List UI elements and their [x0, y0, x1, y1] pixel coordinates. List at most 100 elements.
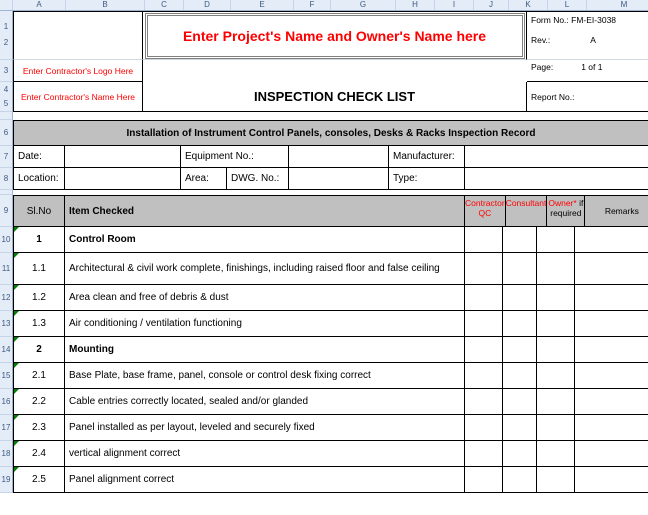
table-row-item: Panel installed as per layout, leveled a…: [65, 415, 465, 441]
check-cell[interactable]: [503, 285, 537, 311]
row-num: 8: [0, 168, 13, 190]
check-cell[interactable]: [537, 311, 575, 337]
location-field[interactable]: [65, 168, 181, 190]
table-row-item: Base Plate, base frame, panel, console o…: [65, 363, 465, 389]
table-row-item: Air conditioning / ventilation functioni…: [65, 311, 465, 337]
row-num: 7: [0, 146, 13, 168]
col-remarks: Remarks: [585, 195, 648, 227]
row-num: [0, 112, 13, 120]
remarks-cell[interactable]: [575, 363, 648, 389]
row-num: 15: [0, 363, 13, 389]
row-num: 11: [0, 253, 13, 285]
check-cell[interactable]: [465, 253, 503, 285]
check-cell[interactable]: [465, 311, 503, 337]
area-label: Area:: [181, 168, 227, 190]
check-cell[interactable]: [503, 389, 537, 415]
check-cell[interactable]: [537, 363, 575, 389]
col-slno: Sl.No: [13, 195, 65, 227]
check-cell[interactable]: [503, 253, 537, 285]
row-num: 1 2: [0, 11, 13, 60]
check-cell[interactable]: [537, 253, 575, 285]
equipment-no-field[interactable]: [289, 146, 389, 168]
row-num: 10: [0, 227, 13, 253]
manufacturer-label: Manufacturer:: [389, 146, 465, 168]
remarks-cell[interactable]: [575, 389, 648, 415]
check-cell[interactable]: [465, 285, 503, 311]
contractor-name-placeholder: Enter Contractor's Name Here: [13, 82, 143, 112]
date-label: Date:: [13, 146, 65, 168]
report-no: Report No.:: [527, 82, 648, 112]
table-row-item: vertical alignment correct: [65, 441, 465, 467]
remarks-cell[interactable]: [575, 227, 648, 253]
table-row-no: 1.3: [13, 311, 65, 337]
check-cell[interactable]: [503, 311, 537, 337]
row-num: 14: [0, 337, 13, 363]
remarks-cell[interactable]: [575, 337, 648, 363]
location-label: Location:: [13, 168, 65, 190]
check-cell[interactable]: [537, 227, 575, 253]
check-cell[interactable]: [537, 337, 575, 363]
remarks-cell[interactable]: [575, 311, 648, 337]
row-num: 19: [0, 467, 13, 493]
check-cell[interactable]: [465, 415, 503, 441]
col-consultant: Consultant: [506, 195, 548, 227]
table-row-no: 2.2: [13, 389, 65, 415]
row-num: 4 5: [0, 82, 13, 112]
col-item: Item Checked: [65, 195, 465, 227]
contractor-logo-label: Enter Contractor's Logo Here: [13, 60, 143, 82]
check-cell[interactable]: [537, 285, 575, 311]
row-num: 6: [0, 120, 13, 146]
row-num: 17: [0, 415, 13, 441]
check-cell[interactable]: [465, 337, 503, 363]
table-row-item: Cable entries correctly located, sealed …: [65, 389, 465, 415]
type-label: Type:: [389, 168, 465, 190]
row-num: 13: [0, 311, 13, 337]
page-info: Page:1 of 1: [527, 60, 648, 82]
table-row-no: 2: [13, 337, 65, 363]
dwg-field[interactable]: [289, 168, 389, 190]
check-cell[interactable]: [537, 441, 575, 467]
form-info-block: Form No.: FM-EI-3038 Rev.:A: [527, 11, 648, 60]
check-cell[interactable]: [503, 467, 537, 493]
check-cell[interactable]: [503, 227, 537, 253]
table-row-item: Architectural & civil work complete, fin…: [65, 253, 465, 285]
remarks-cell[interactable]: [575, 441, 648, 467]
type-field[interactable]: [465, 168, 648, 190]
table-row-no: 2.5: [13, 467, 65, 493]
table-row-no: 2.4: [13, 441, 65, 467]
table-row-item: Control Room: [65, 227, 465, 253]
table-row-item: Area clean and free of debris & dust: [65, 285, 465, 311]
check-cell[interactable]: [465, 467, 503, 493]
check-cell[interactable]: [537, 467, 575, 493]
contractor-logo-placeholder: [13, 11, 143, 60]
table-row-no: 1.1: [13, 253, 65, 285]
check-cell[interactable]: [465, 363, 503, 389]
remarks-cell[interactable]: [575, 415, 648, 441]
col-owner: Owner* if required: [547, 195, 585, 227]
row-num: 3: [0, 60, 13, 82]
row-num: 18: [0, 441, 13, 467]
section-title: Installation of Instrument Control Panel…: [13, 120, 648, 146]
dwg-label: DWG. No.:: [227, 168, 289, 190]
check-cell[interactable]: [465, 441, 503, 467]
remarks-cell[interactable]: [575, 253, 648, 285]
table-row-no: 2.1: [13, 363, 65, 389]
check-cell[interactable]: [537, 415, 575, 441]
table-row-no: 1.2: [13, 285, 65, 311]
check-cell[interactable]: [503, 337, 537, 363]
check-cell[interactable]: [465, 389, 503, 415]
table-row-item: Mounting: [65, 337, 465, 363]
check-cell[interactable]: [465, 227, 503, 253]
check-cell[interactable]: [503, 441, 537, 467]
table-row-item: Panel alignment correct: [65, 467, 465, 493]
project-name-placeholder[interactable]: Enter Project's Name and Owner's Name he…: [143, 11, 527, 60]
manufacturer-field[interactable]: [465, 146, 648, 168]
remarks-cell[interactable]: [575, 285, 648, 311]
check-cell[interactable]: [537, 389, 575, 415]
spreadsheet-column-headers: A B C D E F G H I J K L M: [0, 0, 648, 11]
remarks-cell[interactable]: [575, 467, 648, 493]
date-field[interactable]: [65, 146, 181, 168]
check-cell[interactable]: [503, 363, 537, 389]
row-num: 12: [0, 285, 13, 311]
check-cell[interactable]: [503, 415, 537, 441]
